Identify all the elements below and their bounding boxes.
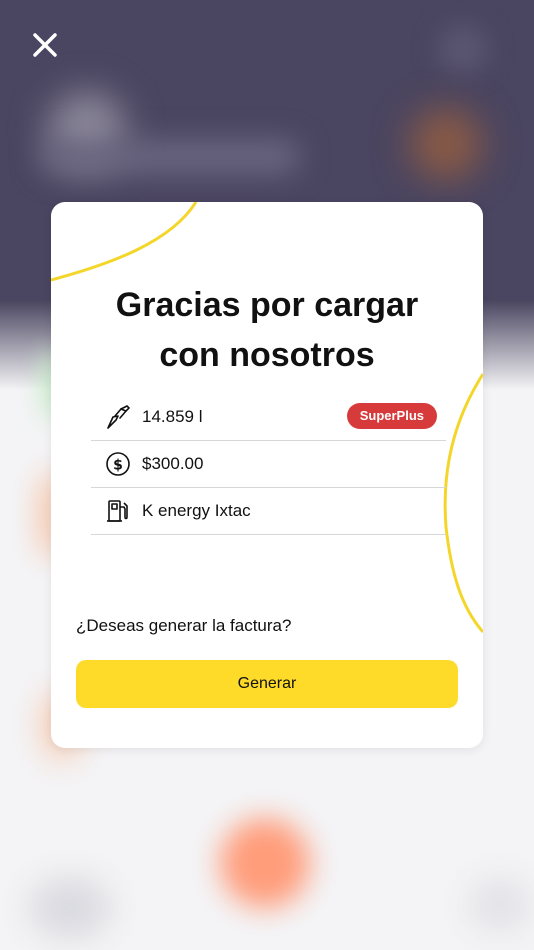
blurred-text [40,140,300,174]
gas-pump-icon [105,498,131,524]
blurred-element [220,818,310,908]
blurred-element [438,24,488,74]
close-icon [33,33,57,57]
blurred-element [30,878,110,938]
fuel-amount-row: 14.859 l SuperPlus [91,394,446,441]
fuel-amount: 14.859 l [142,407,203,426]
charge-details-list: 14.859 l SuperPlus $ $300.00 K energy Ix… [91,394,446,535]
invoice-question: ¿Deseas generar la factura? [76,616,292,635]
thank-you-modal: Gracias por cargar con nosotros 14.859 l… [51,202,483,748]
fuel-type-badge: SuperPlus [346,403,437,429]
modal-title: Gracias por cargar con nosotros [71,280,463,380]
payment-amount-row: $ $300.00 [91,441,446,488]
modal-title-line1: Gracias por cargar [115,286,419,324]
payment-amount: $300.00 [142,454,204,473]
blurred-element [470,880,530,930]
generate-invoice-button[interactable]: Generar [76,660,458,708]
modal-title-line2: con nosotros [159,336,375,374]
close-button[interactable] [28,28,62,62]
blurred-element [410,108,482,180]
station-name: K energy Ixtac [142,501,251,520]
fuel-nozzle-icon [105,404,131,430]
station-row: K energy Ixtac [91,488,446,535]
svg-text:$: $ [113,458,123,474]
dollar-coin-icon: $ [105,451,131,477]
